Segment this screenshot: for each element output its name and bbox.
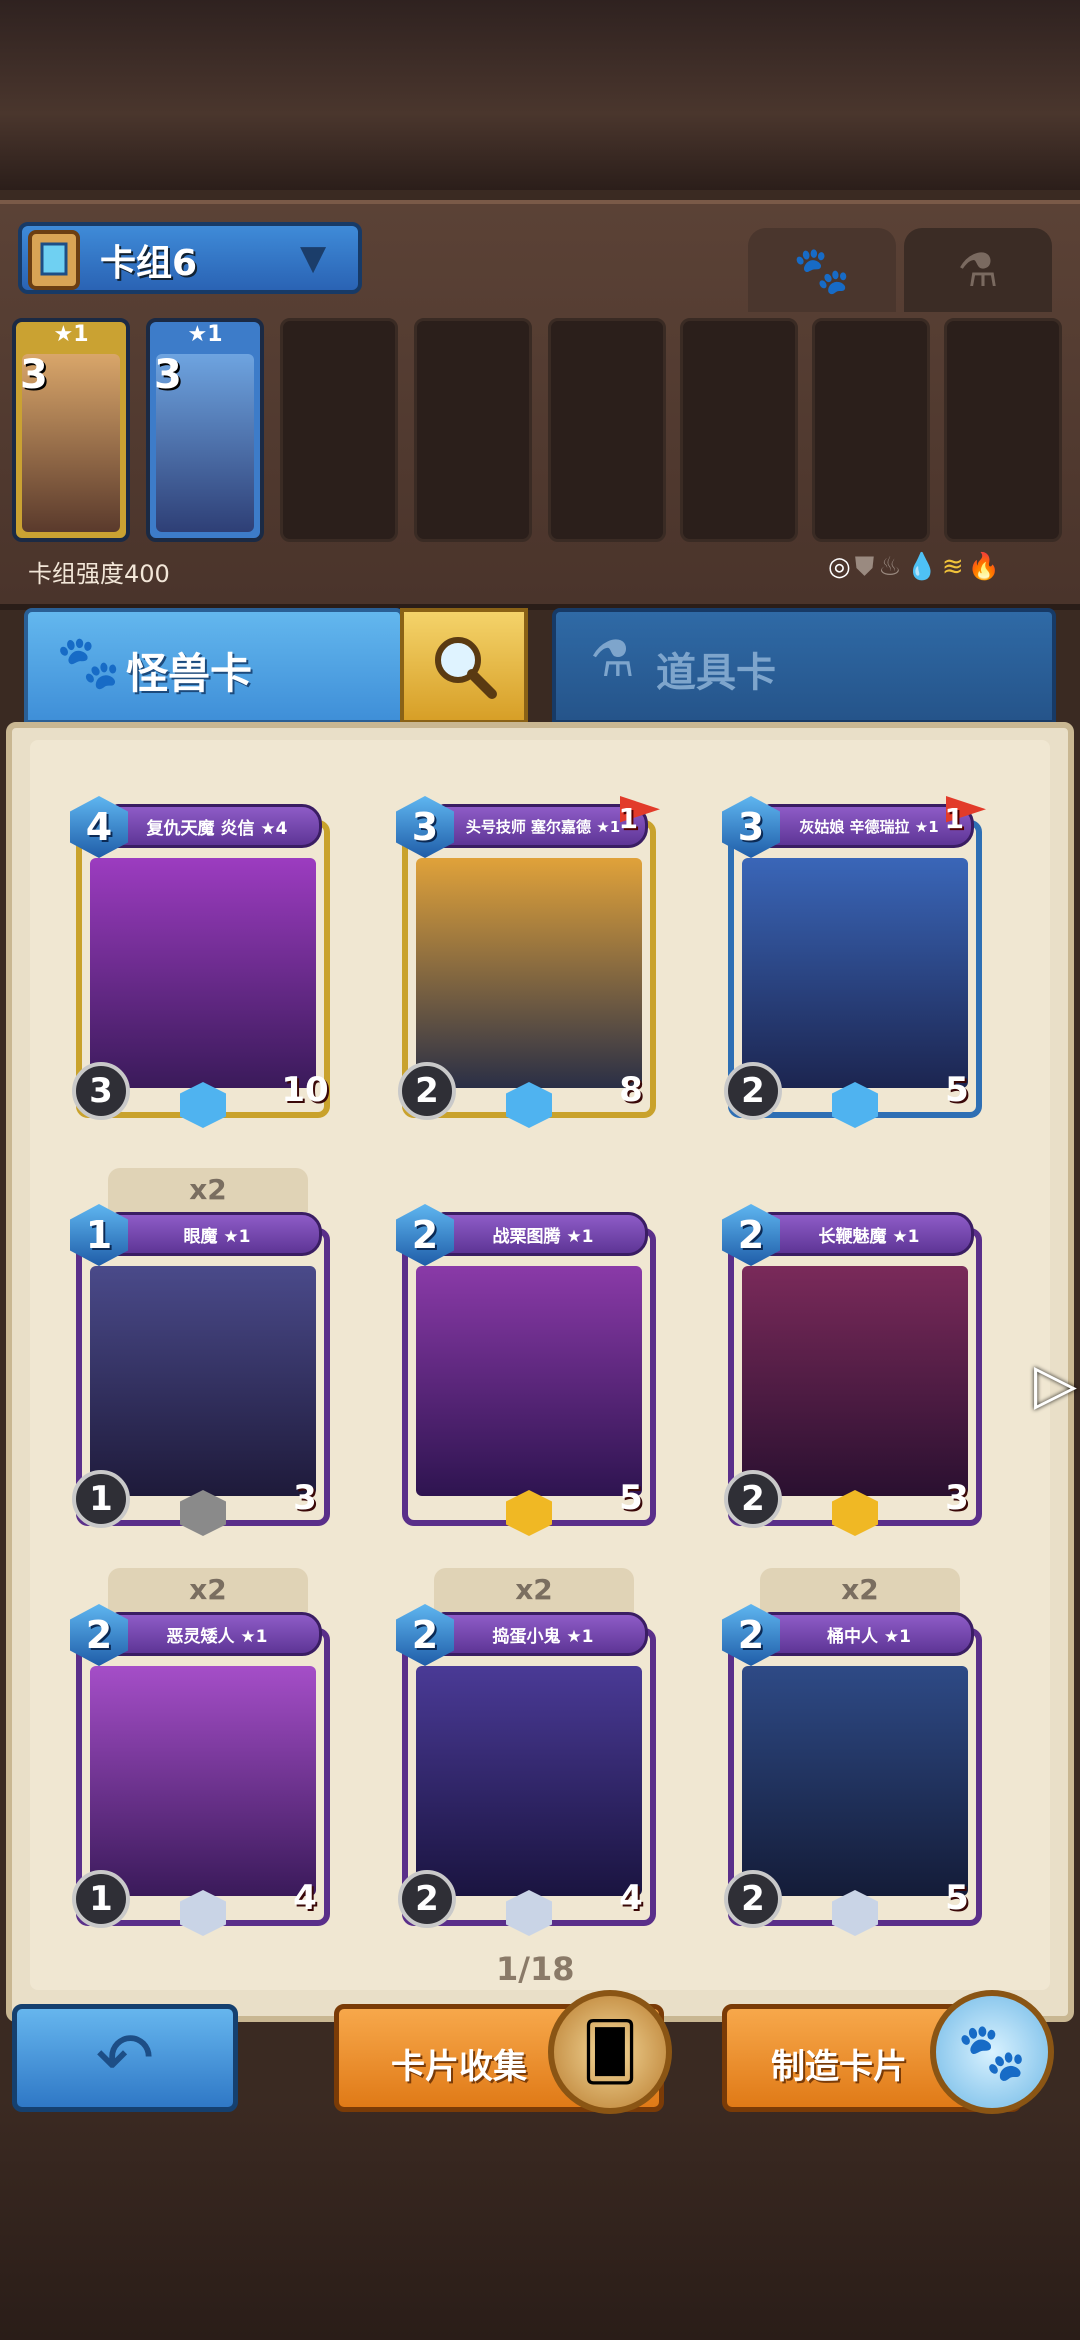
deck-slot-stars: ★1 [53, 322, 89, 347]
card-name: 恶灵矮人 ★1 [112, 1612, 322, 1656]
deck-slot-empty[interactable] [548, 318, 666, 542]
next-page-arrow-icon[interactable]: ▷ [1034, 1352, 1077, 1417]
deck-slot-cost: 3 [154, 352, 182, 398]
card-name: 头号技师 塞尔嘉德 ★1 [438, 804, 648, 848]
flask-icon: ⚗ [590, 630, 635, 688]
card-hp: 8 [600, 1060, 662, 1120]
chevron-down-icon[interactable]: ▼ [300, 238, 326, 278]
card-attack: 2 [724, 1470, 782, 1528]
deck-slot-empty[interactable] [680, 318, 798, 542]
card-name: 长鞭魅魔 ★1 [764, 1212, 974, 1256]
card-attack: 1 [72, 1870, 130, 1928]
card-hp: 10 [274, 1060, 336, 1120]
flask-icon: ⚗ [957, 243, 999, 297]
deck-name: 卡组6 [100, 243, 198, 284]
card-name: 桶中人 ★1 [764, 1612, 974, 1656]
paw-icon: 🐾 [793, 242, 851, 297]
monster-card[interactable]: 灰姑娘 辛德瑞拉 ★1 3 1 2 5 [722, 796, 986, 1128]
bottom-wood-frame [0, 2100, 1080, 2340]
top-wood-frame [0, 0, 1080, 190]
tab-deck-monster-paw[interactable]: 🐾 [748, 228, 896, 312]
deck-slot-card[interactable]: ★1 3 [12, 318, 130, 542]
card-hp: 5 [926, 1868, 988, 1928]
deck-slot-card[interactable]: ★1 3 [146, 318, 264, 542]
deck-slot-empty[interactable] [944, 318, 1062, 542]
circle-icon[interactable]: ◎ [828, 552, 855, 582]
deck-slot-empty[interactable] [414, 318, 532, 542]
monster-card[interactable]: 桶中人 ★1 2 2 5 [722, 1604, 982, 1936]
monster-card[interactable]: 捣蛋小鬼 ★1 2 2 4 [396, 1604, 656, 1936]
card-attack: 2 [724, 1062, 782, 1120]
search-icon [435, 637, 497, 699]
tab-item-label: 道具卡 [656, 650, 776, 696]
card-name: 复仇天魔 炎信 ★4 [112, 804, 322, 848]
deck-slot-cost: 3 [20, 352, 48, 398]
shield-icon[interactable]: ⛊ [855, 552, 879, 582]
card-hp: 4 [274, 1868, 336, 1928]
card-attack: 1 [72, 1470, 130, 1528]
card-hp: 5 [926, 1060, 988, 1120]
card-hp: 5 [600, 1468, 662, 1528]
deck-book-icon [22, 222, 92, 296]
back-arrow-icon: ↶ [95, 2017, 155, 2099]
monster-card[interactable]: 长鞭魅魔 ★1 2 2 3 [722, 1204, 982, 1536]
tab-deck-item-flask[interactable]: ⚗ [904, 228, 1052, 312]
deck-slot-stars: ★1 [187, 322, 223, 347]
card-attack: 2 [724, 1870, 782, 1928]
card-name: 捣蛋小鬼 ★1 [438, 1612, 648, 1656]
deck-power-label: 卡组强度400 [28, 560, 170, 588]
card-collection-label: 卡片收集 [391, 2047, 527, 2087]
card-attack: 2 [398, 1062, 456, 1120]
monster-card[interactable]: 眼魔 ★1 1 1 3 [70, 1204, 330, 1536]
flame-icon[interactable]: ♨ [878, 552, 905, 582]
card-name: 眼魔 ★1 [112, 1212, 322, 1256]
deck-slot-empty[interactable] [280, 318, 398, 542]
element-filter-row[interactable]: ◎⛊♨💧≋🔥 [828, 552, 1004, 583]
tab-monster-label: 怪兽卡 [126, 649, 253, 698]
craft-card-label: 制造卡片 [771, 2047, 907, 2087]
card-attack: 2 [398, 1870, 456, 1928]
deck-slot-empty[interactable] [812, 318, 930, 542]
card-hp: 4 [600, 1868, 662, 1928]
search-button[interactable] [400, 608, 528, 724]
monster-card[interactable]: 复仇天魔 炎信 ★4 4 3 10 [70, 796, 330, 1128]
monster-card[interactable]: 头号技师 塞尔嘉德 ★1 3 1 2 8 [396, 796, 660, 1128]
wind-icon[interactable]: ≋ [942, 552, 968, 582]
fire-icon[interactable]: 🔥 [968, 552, 1004, 582]
card-hp: 3 [274, 1468, 336, 1528]
card-flag-count: 1 [944, 802, 964, 835]
card-flag-count: 1 [618, 802, 638, 835]
card-name: 战栗图腾 ★1 [438, 1212, 648, 1256]
card-hp: 3 [926, 1468, 988, 1528]
page-indicator: 1/18 [496, 1950, 575, 1988]
back-button[interactable]: ↶ [12, 2004, 238, 2112]
water-drop-icon[interactable]: 💧 [906, 552, 942, 582]
paw-icon: 🐾 [56, 633, 121, 693]
card-collection-icon: 🂠 [548, 1990, 672, 2114]
monster-card[interactable]: 恶灵矮人 ★1 2 1 4 [70, 1604, 330, 1936]
card-attack: 3 [72, 1062, 130, 1120]
card-name: 灰姑娘 辛德瑞拉 ★1 [764, 804, 974, 848]
paw-potion-icon: 🐾 [930, 1990, 1054, 2114]
monster-card[interactable]: 战栗图腾 ★1 2 5 [396, 1204, 656, 1536]
